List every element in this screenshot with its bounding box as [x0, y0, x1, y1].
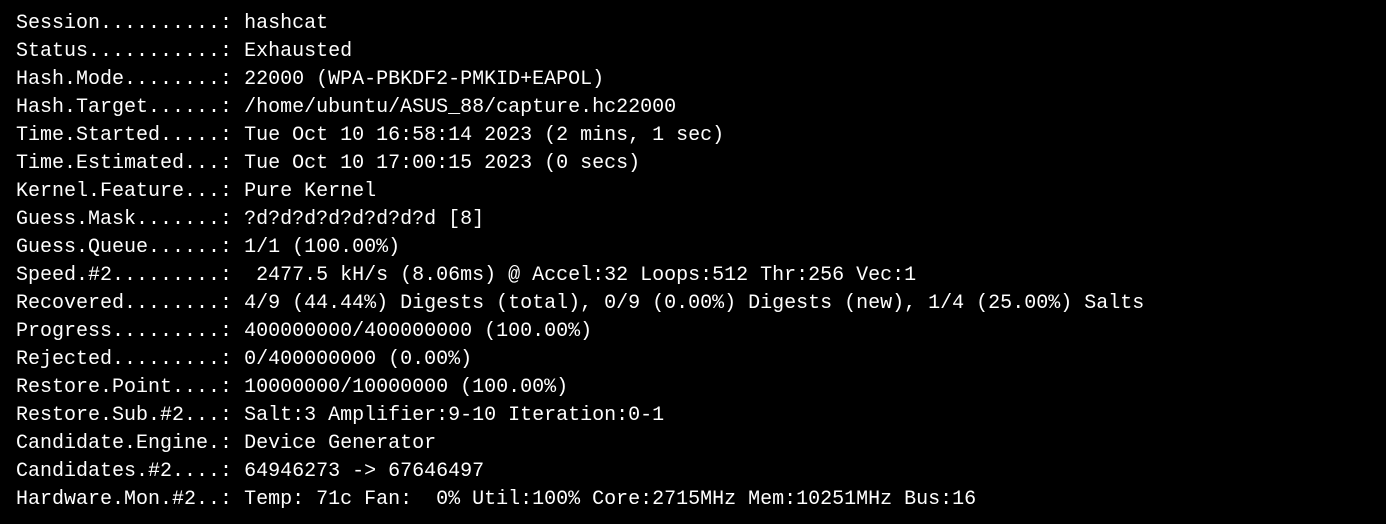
value: Exhausted: [244, 40, 352, 63]
value: 10000000/10000000 (100.00%): [244, 376, 568, 399]
label: Recovered........:: [16, 292, 232, 315]
row-kernel-feature: Kernel.Feature...: Pure Kernel: [16, 178, 1370, 206]
label: Hardware.Mon.#2..:: [16, 488, 232, 511]
row-hash-mode: Hash.Mode........: 22000 (WPA-PBKDF2-PMK…: [16, 66, 1370, 94]
value: 22000 (WPA-PBKDF2-PMKID+EAPOL): [244, 68, 604, 91]
label: Restore.Point....:: [16, 376, 232, 399]
row-restore-point: Restore.Point....: 10000000/10000000 (10…: [16, 374, 1370, 402]
label: Kernel.Feature...:: [16, 180, 232, 203]
label: Restore.Sub.#2...:: [16, 404, 232, 427]
label: Status...........:: [16, 40, 232, 63]
value: ?d?d?d?d?d?d?d?d [8]: [244, 208, 484, 231]
label: Candidate.Engine.:: [16, 432, 232, 455]
label: Time.Started.....:: [16, 124, 232, 147]
value: 1/1 (100.00%): [244, 236, 400, 259]
value: Pure Kernel: [244, 180, 376, 203]
value: hashcat: [244, 12, 328, 35]
label: Candidates.#2....:: [16, 460, 232, 483]
value: /home/ubuntu/ASUS_88/capture.hc22000: [244, 96, 676, 119]
value: 400000000/400000000 (100.00%): [244, 320, 592, 343]
row-guess-mask: Guess.Mask.......: ?d?d?d?d?d?d?d?d [8]: [16, 206, 1370, 234]
label: Guess.Queue......:: [16, 236, 232, 259]
row-progress: Progress.........: 400000000/400000000 (…: [16, 318, 1370, 346]
value: 4/9 (44.44%) Digests (total), 0/9 (0.00%…: [244, 292, 1144, 315]
row-rejected: Rejected.........: 0/400000000 (0.00%): [16, 346, 1370, 374]
value: Device Generator: [244, 432, 436, 455]
terminal-output: Session..........: hashcat Status.......…: [16, 10, 1370, 514]
label: Hash.Target......:: [16, 96, 232, 119]
label: Hash.Mode........:: [16, 68, 232, 91]
value: 2477.5 kH/s (8.06ms) @ Accel:32 Loops:51…: [244, 264, 916, 287]
row-session: Session..........: hashcat: [16, 10, 1370, 38]
row-time-estimated: Time.Estimated...: Tue Oct 10 17:00:15 2…: [16, 150, 1370, 178]
value: Tue Oct 10 16:58:14 2023 (2 mins, 1 sec): [244, 124, 724, 147]
row-hardware-mon: Hardware.Mon.#2..: Temp: 71c Fan: 0% Uti…: [16, 486, 1370, 514]
label: Progress.........:: [16, 320, 232, 343]
label: Guess.Mask.......:: [16, 208, 232, 231]
value: Tue Oct 10 17:00:15 2023 (0 secs): [244, 152, 640, 175]
label: Speed.#2.........:: [16, 264, 232, 287]
value: 64946273 -> 67646497: [244, 460, 484, 483]
label: Session..........:: [16, 12, 232, 35]
row-time-started: Time.Started.....: Tue Oct 10 16:58:14 2…: [16, 122, 1370, 150]
row-recovered: Recovered........: 4/9 (44.44%) Digests …: [16, 290, 1370, 318]
row-candidate-engine: Candidate.Engine.: Device Generator: [16, 430, 1370, 458]
row-restore-sub: Restore.Sub.#2...: Salt:3 Amplifier:9-10…: [16, 402, 1370, 430]
label: Rejected.........:: [16, 348, 232, 371]
row-hash-target: Hash.Target......: /home/ubuntu/ASUS_88/…: [16, 94, 1370, 122]
value: Salt:3 Amplifier:9-10 Iteration:0-1: [244, 404, 664, 427]
value: Temp: 71c Fan: 0% Util:100% Core:2715MHz…: [244, 488, 976, 511]
row-guess-queue: Guess.Queue......: 1/1 (100.00%): [16, 234, 1370, 262]
label: Time.Estimated...:: [16, 152, 232, 175]
row-speed: Speed.#2.........: 2477.5 kH/s (8.06ms) …: [16, 262, 1370, 290]
value: 0/400000000 (0.00%): [244, 348, 472, 371]
row-candidates: Candidates.#2....: 64946273 -> 67646497: [16, 458, 1370, 486]
row-status: Status...........: Exhausted: [16, 38, 1370, 66]
